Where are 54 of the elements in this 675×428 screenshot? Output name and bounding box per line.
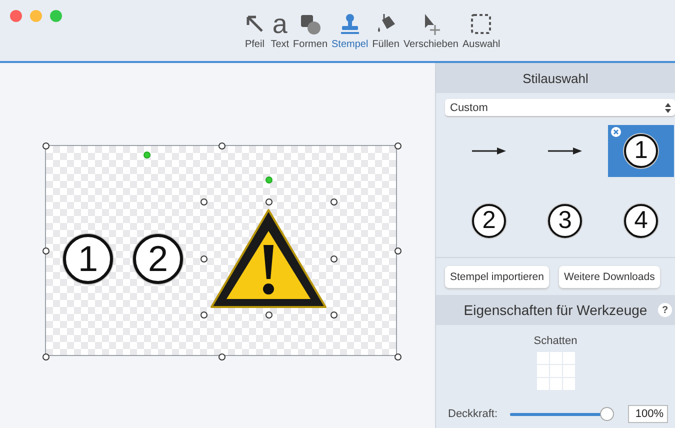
style-dropdown[interactable]: Custom [445,99,675,116]
resize-handle[interactable] [200,256,208,262]
tool-button[interactable]: Füllen [370,0,402,61]
remove-icon [611,127,621,137]
tool-button[interactable]: Pfeil [240,0,269,61]
help-button[interactable]: ? [658,303,672,317]
numbered-stamp: 1 [624,134,658,168]
text-tool-glyph: a [272,12,288,36]
resize-handle[interactable] [266,198,272,206]
arrow-icon [472,147,506,155]
panel-button[interactable]: Stempel importieren [445,266,549,288]
tool-button[interactable]: a Text [268,0,292,61]
numbered-stamp: 3 [548,204,582,238]
resize-handle[interactable] [218,354,226,360]
numbered-stamp: 4 [624,204,658,238]
stamp-tile[interactable]: 4 [608,195,674,247]
tool-button[interactable]: Auswahl [460,0,502,61]
panel-header: Stilauswahl [436,63,675,93]
resize-handle[interactable] [42,354,50,360]
numbered-stamp: 1 [63,234,113,284]
resize-handle[interactable] [330,256,338,262]
resize-handle[interactable] [394,142,402,150]
resize-handle[interactable] [42,248,50,254]
stamp-tile[interactable]: 2 [456,195,522,247]
stamp-tile[interactable]: 3 [532,195,598,247]
slider-thumb[interactable] [600,407,614,421]
stamp-tile[interactable]: 1 [608,125,674,177]
resize-handle[interactable] [266,312,272,318]
opacity-field[interactable]: 100% [628,405,668,423]
resize-handle[interactable] [394,248,402,254]
opacity-label: Deckkraft: [448,408,498,420]
arrow-icon [548,147,582,155]
selection-icon [469,12,494,36]
rotate-handle[interactable] [144,152,150,158]
section-title: Eigenschaften für Werkzeuge [464,302,648,318]
stepper-icon [665,102,671,112]
rotate-handle[interactable] [266,176,272,184]
tool-button[interactable]: Formen [291,0,330,61]
resize-handle[interactable] [42,142,50,150]
warning-sign-icon [208,207,329,311]
resize-handle[interactable] [200,312,208,318]
tool-button[interactable]: Stempel [330,0,370,61]
shapes-icon [298,12,322,36]
resize-handle[interactable] [330,312,338,318]
numbered-stamp: 2 [133,234,183,284]
resize-handle[interactable] [330,198,338,206]
resize-handle[interactable] [218,142,226,150]
shadow-label: Schatten [532,335,578,347]
numbered-stamp: 2 [472,204,506,238]
tool-button[interactable]: Verschieben [401,0,460,61]
resize-handle[interactable] [200,198,208,206]
resize-handle[interactable] [394,354,402,360]
close-button[interactable] [10,10,22,22]
panel-button[interactable]: Weitere Downloads [558,266,660,288]
